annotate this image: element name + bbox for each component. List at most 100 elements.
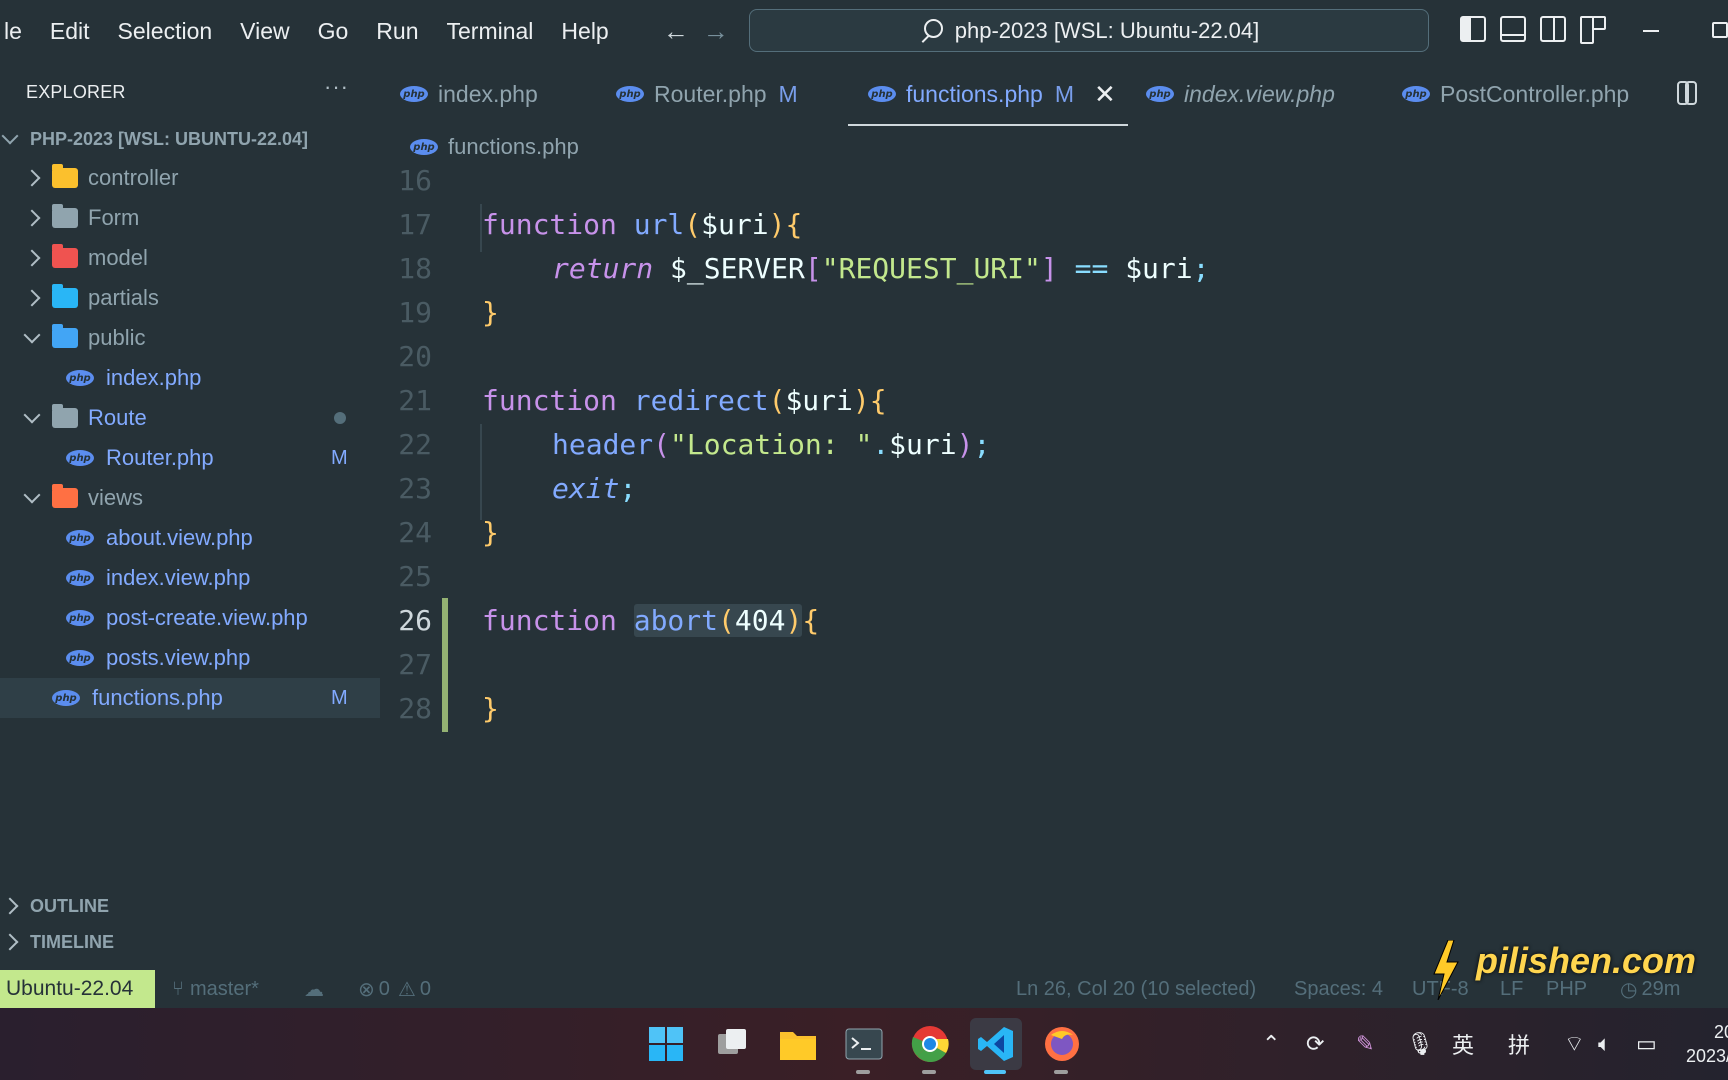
microphone-icon[interactable]: 🎙︎ (1406, 1008, 1434, 1080)
vscode-icon[interactable] (970, 1018, 1022, 1074)
php-file-icon: php (66, 610, 94, 626)
maximize-icon[interactable] (1712, 22, 1728, 38)
pen-tray-icon[interactable]: ✎ (1356, 1008, 1374, 1080)
sync-tray-icon[interactable]: ⟳ (1306, 1008, 1324, 1080)
toggle-secondary-sidebar-icon[interactable] (1540, 16, 1566, 42)
ime-language[interactable]: 英 (1452, 1008, 1474, 1080)
file-item[interactable]: php index.php (0, 358, 380, 398)
terminal-icon[interactable] (838, 1018, 890, 1074)
chevron-down-icon (23, 326, 41, 344)
error-count: 0 (378, 977, 390, 1000)
code-line: 25 (380, 552, 1728, 600)
line-number: 17 (398, 207, 432, 241)
forward-arrow-icon[interactable]: → (703, 16, 729, 47)
volume-icon[interactable]: 🔈︎ (1598, 1008, 1611, 1080)
folder-item[interactable]: model (0, 238, 380, 278)
code-text: function url($uri){ (482, 207, 803, 241)
more-actions-icon[interactable]: ··· (324, 74, 349, 100)
title-bar: le Edit Selection View Go Run Terminal H… (0, 0, 1728, 62)
line-number: 20 (398, 339, 432, 373)
folder-item[interactable]: controller (0, 158, 380, 198)
task-view-icon[interactable] (706, 1018, 758, 1070)
menu-edit[interactable]: Edit (36, 0, 104, 62)
code-editor[interactable]: 16 17 function url($uri){ 18 return $_SE… (380, 164, 1728, 964)
search-icon (919, 18, 943, 43)
file-item[interactable]: php Router.php M (0, 438, 380, 478)
firefox-icon[interactable] (1036, 1018, 1088, 1074)
menu-help[interactable]: Help (547, 0, 622, 62)
folder-item[interactable]: Route (0, 398, 380, 438)
folder-item[interactable]: partials (0, 278, 380, 318)
branch-status[interactable]: ⑂ master* (172, 970, 259, 1008)
command-center[interactable]: php-2023 [WSL: Ubuntu-22.04] (749, 9, 1429, 52)
command-center-label: php-2023 [WSL: Ubuntu-22.04] (954, 17, 1260, 43)
customize-layout-icon[interactable] (1580, 16, 1606, 44)
line-number: 28 (398, 691, 432, 725)
sync-icon[interactable]: ☁ (304, 970, 324, 1008)
tab-postcontroller-php[interactable]: php PostController.php (1402, 62, 1629, 126)
tray-overflow-icon[interactable]: ⌃ (1262, 1008, 1280, 1080)
folder-item[interactable]: views (0, 478, 380, 518)
tab-functions-php[interactable]: php functions.php M ✕ (848, 62, 1128, 126)
line-number: 24 (398, 515, 432, 549)
chrome-icon[interactable] (904, 1018, 956, 1074)
chevron-down-icon (1, 127, 19, 145)
outline-section[interactable]: OUTLINE (0, 888, 380, 924)
clock-date[interactable]: 2023/ (1686, 1020, 1728, 1080)
remote-indicator[interactable]: Ubuntu-22.04 (0, 970, 155, 1008)
file-item[interactable]: php functions.php M (0, 678, 380, 718)
open-changes-icon[interactable] (1674, 79, 1700, 105)
indentation-status[interactable]: Spaces: 4 (1294, 970, 1383, 1008)
code-line: 21 function redirect($uri){ (380, 376, 1728, 424)
menu-selection[interactable]: Selection (104, 0, 227, 62)
menu-terminal[interactable]: Terminal (433, 0, 548, 62)
layout-controls (1460, 16, 1606, 44)
toggle-primary-sidebar-icon[interactable] (1460, 16, 1486, 42)
problems-status[interactable]: ⊗ 0 ⚠ 0 (358, 970, 431, 1008)
ime-mode[interactable]: 拼 (1508, 1008, 1530, 1080)
remote-label: Ubuntu-22.04 (6, 977, 134, 1000)
editor-tabs: php index.php php Router.php M php funct… (380, 62, 1728, 126)
line-number: 23 (398, 471, 432, 505)
running-indicator (856, 1070, 870, 1074)
code-text: function abort(404){ (482, 603, 820, 637)
folder-item[interactable]: public (0, 318, 380, 358)
php-file-icon: php (868, 86, 896, 102)
tab-index-view-php[interactable]: php index.view.php (1146, 62, 1335, 126)
menu-run[interactable]: Run (362, 0, 432, 62)
chevron-right-icon (23, 169, 41, 187)
file-explorer-icon[interactable] (772, 1018, 824, 1070)
tree-item-label: posts.view.php (106, 645, 251, 670)
tab-actions (1674, 79, 1700, 105)
battery-icon[interactable]: ▭ (1636, 1008, 1657, 1080)
wifi-icon[interactable]: ⌔ (1564, 1008, 1585, 1080)
back-arrow-icon[interactable]: ← (663, 16, 689, 47)
tree-item-label: public (88, 325, 146, 350)
menu-go[interactable]: Go (304, 0, 363, 62)
php-file-icon: php (52, 690, 80, 706)
workspace-root[interactable]: PHP-2023 [WSL: UBUNTU-22.04] (0, 124, 308, 154)
tree-item-label: Form (88, 205, 140, 230)
file-item[interactable]: php post-create.view.php (0, 598, 380, 638)
tab-router-php[interactable]: php Router.php M (616, 62, 798, 126)
folder-item[interactable]: Form (0, 198, 380, 238)
tab-index-php[interactable]: php index.php (400, 62, 538, 126)
tab-label: functions.php (906, 80, 1043, 107)
close-tab-icon[interactable]: ✕ (1094, 79, 1116, 110)
file-item[interactable]: php posts.view.php (0, 638, 380, 678)
menu-file[interactable]: le (0, 0, 36, 62)
line-number: 22 (398, 427, 432, 461)
code-line: 27 (380, 640, 1728, 688)
file-item[interactable]: php index.view.php (0, 558, 380, 598)
minimize-icon[interactable] (1643, 30, 1659, 32)
code-text: } (482, 515, 499, 549)
windows-start-icon[interactable] (640, 1018, 692, 1070)
file-item[interactable]: php about.view.php (0, 518, 380, 558)
toggle-panel-icon[interactable] (1500, 16, 1526, 42)
timeline-section[interactable]: TIMELINE (0, 924, 380, 960)
code-line: 24 } (380, 508, 1728, 556)
menu-view[interactable]: View (226, 0, 303, 62)
tab-label: index.php (438, 80, 538, 107)
cursor-position[interactable]: Ln 26, Col 20 (10 selected) (1016, 970, 1256, 1008)
chevron-right-icon (23, 289, 41, 307)
